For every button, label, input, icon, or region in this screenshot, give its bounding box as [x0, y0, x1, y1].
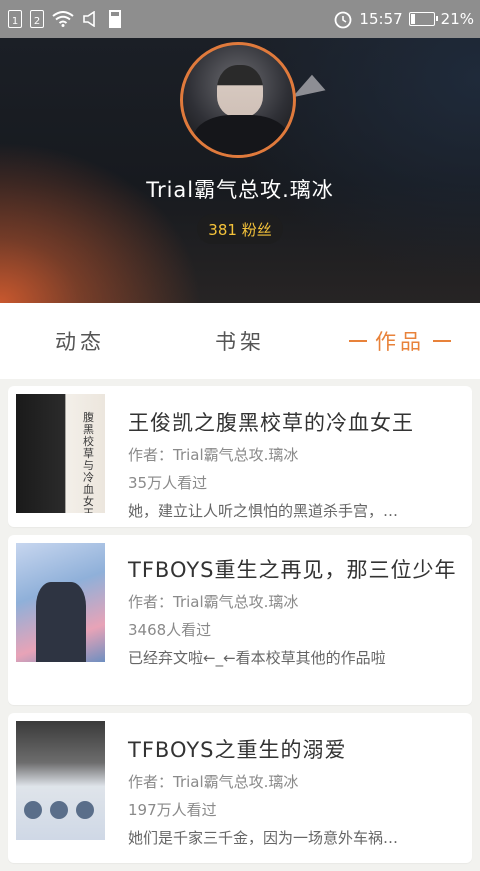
battery-percent: 21%	[440, 10, 474, 28]
cover-figure	[76, 801, 94, 819]
sim2-icon: 2	[30, 10, 44, 28]
mute-icon	[83, 11, 95, 27]
cover-figure	[36, 582, 86, 662]
cover-text: 腹黑校草与冷血女王	[83, 411, 94, 514]
work-desc: 她，建立让人听之惧怕的黑道杀手宫，…	[128, 502, 399, 520]
profile-header: Trial霸气总攻.璃冰 381 粉丝	[0, 38, 480, 303]
avatar-body	[193, 115, 289, 155]
work-card[interactable]: TFBOYS重生之再见，那三位少年 作者：Trial霸气总攻.璃冰 3468人看…	[8, 535, 472, 705]
alarm-icon	[335, 11, 352, 29]
avatar-face	[217, 65, 263, 117]
tab-feed[interactable]: 动态	[0, 303, 160, 379]
cover-figure	[50, 801, 68, 819]
work-title: TFBOYS重生之再见，那三位少年	[128, 558, 457, 582]
tab-works-label: 作品	[375, 330, 425, 354]
work-title: 王俊凯之腹黑校草的冷血女王	[128, 411, 414, 435]
profile-tabs: 动态 书架 作品	[0, 303, 480, 379]
battery-icon	[408, 12, 438, 26]
work-cover: 腹黑校草与冷血女王	[16, 394, 105, 513]
work-title: TFBOYS之重生的溺爱	[128, 738, 347, 762]
active-tab-dash-right	[433, 340, 451, 342]
sim1-icon: 1	[8, 10, 22, 28]
wifi-icon	[52, 11, 74, 27]
work-author: 作者：Trial霸气总攻.璃冰	[128, 446, 299, 464]
work-cover	[16, 721, 105, 840]
tab-feed-label: 动态	[55, 330, 105, 354]
clock-time: 15:57	[359, 10, 403, 28]
cover-figure	[24, 801, 42, 819]
work-views: 35万人看过	[128, 474, 208, 492]
work-cover	[16, 543, 105, 662]
work-author: 作者：Trial霸气总攻.璃冰	[128, 593, 299, 611]
username: Trial霸气总攻.璃冰	[146, 178, 334, 202]
work-desc: 已经弃文啦←_←看本校草其他的作品啦	[128, 649, 386, 667]
work-views: 3468人看过	[128, 621, 212, 639]
work-desc: 她们是千家三千金，因为一场意外车祸…	[128, 829, 399, 847]
work-author: 作者：Trial霸气总攻.璃冰	[128, 773, 299, 791]
avatar[interactable]	[180, 42, 296, 158]
works-list: 腹黑校草与冷血女王 王俊凯之腹黑校草的冷血女王 作者：Trial霸气总攻.璃冰 …	[8, 386, 472, 871]
sim1-label: 1	[11, 16, 19, 27]
sim2-label: 2	[33, 16, 41, 27]
active-tab-dash-left	[349, 340, 367, 342]
work-card[interactable]: 腹黑校草与冷血女王 王俊凯之腹黑校草的冷血女王 作者：Trial霸气总攻.璃冰 …	[8, 386, 472, 527]
tab-works[interactable]: 作品	[320, 303, 480, 379]
tab-bookshelf[interactable]: 书架	[160, 303, 320, 379]
fans-badge[interactable]: 381 粉丝	[197, 214, 283, 244]
tab-bookshelf-label: 书架	[215, 330, 265, 354]
battery-fill	[410, 14, 415, 24]
sdcard-icon	[109, 10, 121, 28]
work-views: 197万人看过	[128, 801, 217, 819]
work-card[interactable]: TFBOYS之重生的溺爱 作者：Trial霸气总攻.璃冰 197万人看过 她们是…	[8, 713, 472, 863]
status-bar: 1 2 15:57 21%	[0, 0, 480, 38]
